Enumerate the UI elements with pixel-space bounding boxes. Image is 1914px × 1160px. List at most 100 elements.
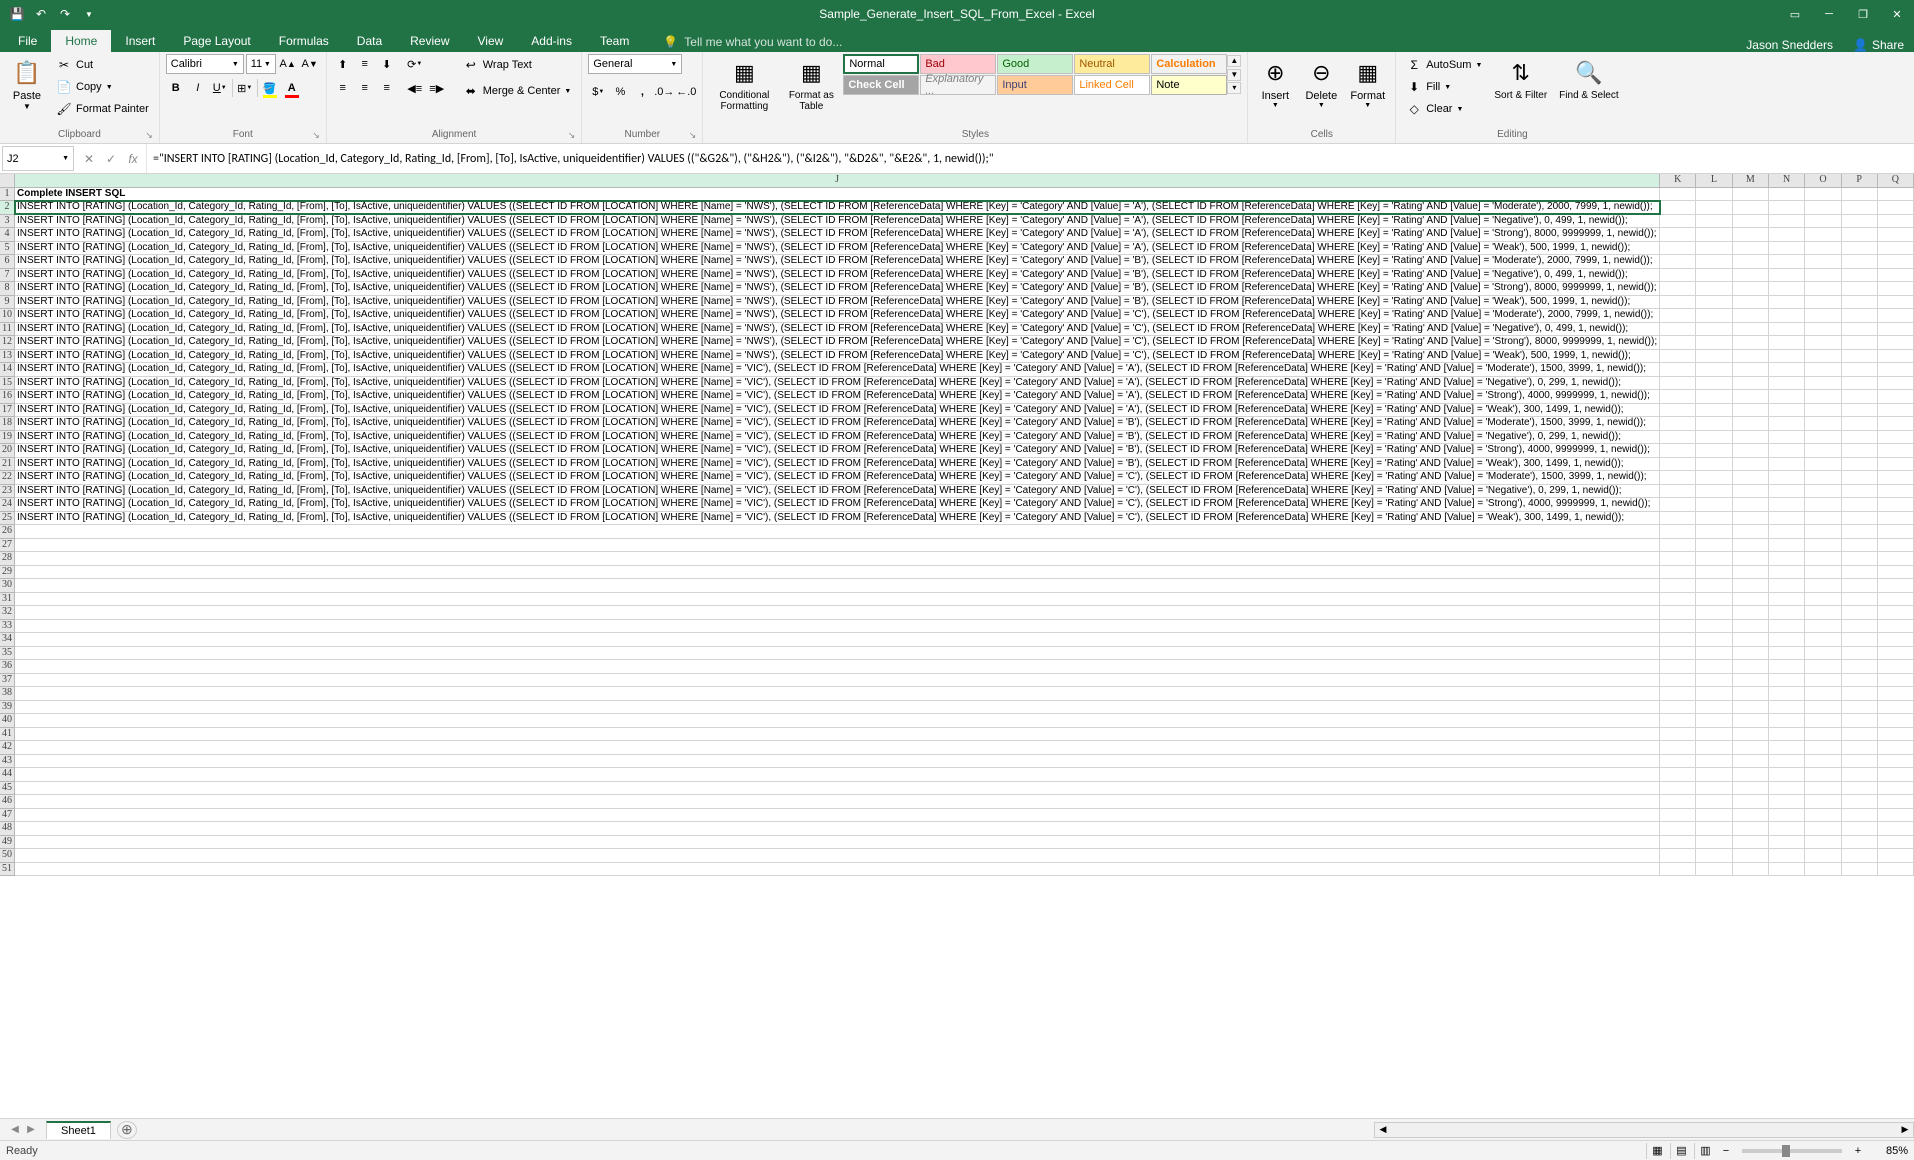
zoom-out-button[interactable]: − xyxy=(1718,1145,1734,1157)
cell-J39[interactable] xyxy=(15,700,1660,714)
column-header-Q[interactable]: Q xyxy=(1877,174,1913,187)
cell-N29[interactable] xyxy=(1769,565,1805,579)
comma-format-button[interactable]: , xyxy=(632,82,652,102)
cell-K11[interactable] xyxy=(1660,322,1696,336)
cell-O47[interactable] xyxy=(1805,808,1841,822)
cell-J4[interactable]: INSERT INTO [RATING] (Location_Id, Categ… xyxy=(15,228,1660,242)
cell-Q31[interactable] xyxy=(1877,592,1913,606)
cell-N22[interactable] xyxy=(1769,471,1805,485)
cell-M12[interactable] xyxy=(1732,336,1769,350)
cell-M4[interactable] xyxy=(1732,228,1769,242)
cell-Q16[interactable] xyxy=(1877,390,1913,404)
cell-L15[interactable] xyxy=(1696,376,1732,390)
dialog-launcher[interactable]: ↘ xyxy=(568,130,576,141)
cell-Q29[interactable] xyxy=(1877,565,1913,579)
cell-N44[interactable] xyxy=(1769,768,1805,782)
enter-formula-button[interactable]: ✓ xyxy=(102,150,120,168)
cell-L3[interactable] xyxy=(1696,214,1732,228)
cell-K30[interactable] xyxy=(1660,579,1696,593)
cell-O41[interactable] xyxy=(1805,727,1841,741)
cell-L43[interactable] xyxy=(1696,754,1732,768)
cell-P12[interactable] xyxy=(1841,336,1877,350)
cell-K14[interactable] xyxy=(1660,363,1696,377)
tab-review[interactable]: Review xyxy=(396,30,463,52)
accounting-format-button[interactable]: $▼ xyxy=(588,82,608,102)
cell-M48[interactable] xyxy=(1732,822,1769,836)
row-header-29[interactable]: 29 xyxy=(0,565,15,579)
cell-O45[interactable] xyxy=(1805,781,1841,795)
cell-L10[interactable] xyxy=(1696,309,1732,323)
cell-J1[interactable]: Complete INSERT SQL xyxy=(15,187,1660,201)
cell-M26[interactable] xyxy=(1732,525,1769,539)
cell-K5[interactable] xyxy=(1660,241,1696,255)
row-header-36[interactable]: 36 xyxy=(0,660,15,674)
style-normal[interactable]: Normal xyxy=(843,54,919,74)
cell-L14[interactable] xyxy=(1696,363,1732,377)
cell-M9[interactable] xyxy=(1732,295,1769,309)
cell-O23[interactable] xyxy=(1805,484,1841,498)
cell-O44[interactable] xyxy=(1805,768,1841,782)
cell-J37[interactable] xyxy=(15,673,1660,687)
align-right-button[interactable]: ≡ xyxy=(377,78,397,98)
cell-N1[interactable] xyxy=(1769,187,1805,201)
cell-K28[interactable] xyxy=(1660,552,1696,566)
save-button[interactable]: 💾 xyxy=(6,3,28,25)
sort-filter-button[interactable]: ⇅Sort & Filter xyxy=(1490,54,1551,103)
cell-M22[interactable] xyxy=(1732,471,1769,485)
cell-P1[interactable] xyxy=(1841,187,1877,201)
cell-Q26[interactable] xyxy=(1877,525,1913,539)
cell-L45[interactable] xyxy=(1696,781,1732,795)
cell-P47[interactable] xyxy=(1841,808,1877,822)
cell-J24[interactable]: INSERT INTO [RATING] (Location_Id, Categ… xyxy=(15,498,1660,512)
cell-J31[interactable] xyxy=(15,592,1660,606)
cell-M51[interactable] xyxy=(1732,862,1769,876)
cell-L19[interactable] xyxy=(1696,430,1732,444)
cell-M41[interactable] xyxy=(1732,727,1769,741)
row-header-26[interactable]: 26 xyxy=(0,525,15,539)
cell-J15[interactable]: INSERT INTO [RATING] (Location_Id, Categ… xyxy=(15,376,1660,390)
cell-L26[interactable] xyxy=(1696,525,1732,539)
tab-data[interactable]: Data xyxy=(343,30,396,52)
cell-Q17[interactable] xyxy=(1877,403,1913,417)
cell-O33[interactable] xyxy=(1805,619,1841,633)
tab-addins[interactable]: Add-ins xyxy=(517,30,586,52)
cell-N49[interactable] xyxy=(1769,835,1805,849)
cell-L12[interactable] xyxy=(1696,336,1732,350)
cell-P5[interactable] xyxy=(1841,241,1877,255)
cell-P50[interactable] xyxy=(1841,849,1877,863)
cell-O14[interactable] xyxy=(1805,363,1841,377)
cell-K6[interactable] xyxy=(1660,255,1696,269)
cell-K25[interactable] xyxy=(1660,511,1696,525)
cell-J14[interactable]: INSERT INTO [RATING] (Location_Id, Categ… xyxy=(15,363,1660,377)
cell-L36[interactable] xyxy=(1696,660,1732,674)
cell-Q33[interactable] xyxy=(1877,619,1913,633)
scroll-right-button[interactable]: ▶ xyxy=(1897,1124,1913,1135)
cell-N23[interactable] xyxy=(1769,484,1805,498)
row-header-31[interactable]: 31 xyxy=(0,592,15,606)
cell-P11[interactable] xyxy=(1841,322,1877,336)
style-more-button[interactable]: ▾ xyxy=(1227,82,1241,94)
insert-cells-button[interactable]: ⊕Insert▼ xyxy=(1254,54,1296,111)
cell-K19[interactable] xyxy=(1660,430,1696,444)
cell-L24[interactable] xyxy=(1696,498,1732,512)
style-down-button[interactable]: ▼ xyxy=(1227,69,1241,81)
cell-O2[interactable] xyxy=(1805,201,1841,215)
row-header-17[interactable]: 17 xyxy=(0,403,15,417)
row-header-19[interactable]: 19 xyxy=(0,430,15,444)
cell-K38[interactable] xyxy=(1660,687,1696,701)
cell-J47[interactable] xyxy=(15,808,1660,822)
cell-N4[interactable] xyxy=(1769,228,1805,242)
cell-P36[interactable] xyxy=(1841,660,1877,674)
clear-button[interactable]: ◇Clear▼ xyxy=(1402,98,1486,120)
tab-home[interactable]: Home xyxy=(51,30,111,52)
cell-O37[interactable] xyxy=(1805,673,1841,687)
cell-O46[interactable] xyxy=(1805,795,1841,809)
cut-button[interactable]: ✂Cut xyxy=(52,54,153,76)
cell-P37[interactable] xyxy=(1841,673,1877,687)
orientation-button[interactable]: ⟳▼ xyxy=(405,54,425,74)
row-header-7[interactable]: 7 xyxy=(0,268,15,282)
cell-L28[interactable] xyxy=(1696,552,1732,566)
cell-P38[interactable] xyxy=(1841,687,1877,701)
cell-L35[interactable] xyxy=(1696,646,1732,660)
cell-K12[interactable] xyxy=(1660,336,1696,350)
